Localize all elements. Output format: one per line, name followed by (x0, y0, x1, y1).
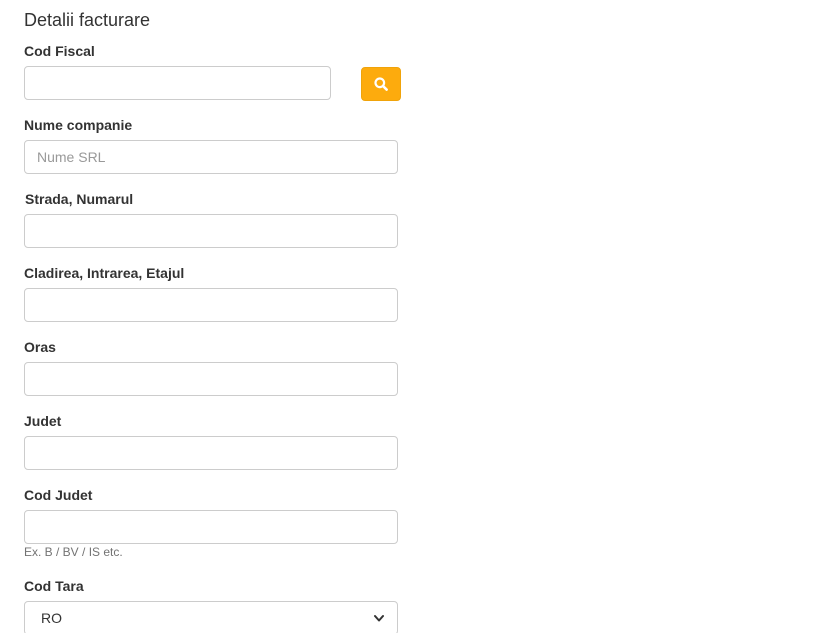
nume-companie-label: Nume companie (24, 117, 133, 133)
cod-fiscal-label: Cod Fiscal (24, 43, 95, 59)
cod-tara-select[interactable]: RO (24, 601, 398, 633)
oras-label: Oras (24, 339, 56, 355)
judet-label: Judet (24, 413, 62, 429)
cod-judet-help-text: Ex. B / BV / IS etc. (24, 545, 123, 559)
judet-input[interactable] (24, 436, 398, 470)
strada-label: Strada, Numarul (25, 191, 134, 207)
oras-input[interactable] (24, 362, 398, 396)
cladirea-input[interactable] (24, 288, 398, 322)
billing-details-form: Detalii facturare Cod Fiscal Nume compan… (0, 0, 819, 633)
search-icon (374, 77, 388, 91)
cladirea-label: Cladirea, Intrarea, Etajul (24, 265, 185, 281)
search-button[interactable] (361, 67, 401, 101)
cod-tara-label: Cod Tara (24, 578, 84, 594)
chevron-down-icon (373, 612, 385, 624)
nume-companie-input[interactable] (24, 140, 398, 174)
cod-judet-input[interactable] (24, 510, 398, 544)
cod-judet-label: Cod Judet (24, 487, 93, 503)
section-title: Detalii facturare (24, 10, 151, 30)
strada-input[interactable] (24, 214, 398, 248)
cod-fiscal-input[interactable] (24, 66, 331, 100)
cod-tara-selected-value: RO (41, 610, 62, 626)
